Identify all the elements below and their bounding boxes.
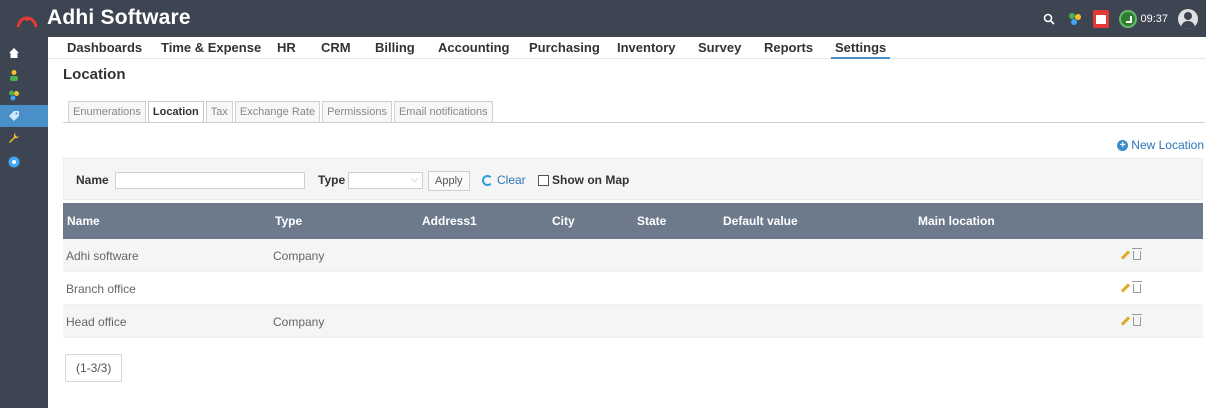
name-filter-input[interactable]	[115, 172, 305, 189]
apply-button[interactable]: Apply	[428, 171, 470, 191]
table-row[interactable]: Adhi software Company	[63, 239, 1203, 272]
table-row[interactable]: Head office Company	[63, 305, 1203, 338]
nav-dashboards[interactable]: Dashboards	[67, 40, 142, 55]
tab-location[interactable]: Location	[147, 101, 204, 123]
row-actions	[1121, 248, 1142, 260]
col-state[interactable]: State	[637, 214, 666, 228]
clock-text: 09:37	[1140, 13, 1168, 25]
col-name[interactable]: Name	[67, 214, 100, 228]
plus-circle-icon: +	[1117, 139, 1129, 151]
nav-billing[interactable]: Billing	[375, 40, 415, 55]
top-bar: Adhi Software 09:37	[0, 0, 1206, 37]
nav-accounting[interactable]: Accounting	[438, 40, 510, 55]
col-city[interactable]: City	[552, 214, 575, 228]
nav-purchasing[interactable]: Purchasing	[529, 40, 600, 55]
delete-trash-icon[interactable]	[1132, 281, 1142, 293]
tab-enumerations[interactable]: Enumerations	[68, 101, 146, 123]
nav-time-expense[interactable]: Time & Expense	[161, 40, 261, 55]
users-icon	[10, 70, 18, 81]
settings-tabs: Enumerations Location Tax Exchange Rate …	[68, 101, 493, 123]
rail-item-apps[interactable]	[0, 84, 48, 106]
wrench-icon	[9, 133, 19, 143]
time-tracker[interactable]: 09:37	[1119, 10, 1168, 28]
top-toolbar: 09:37	[1041, 9, 1198, 29]
cell-type: Company	[273, 249, 325, 263]
cell-name[interactable]: Adhi software	[66, 249, 139, 263]
clear-label: Clear	[497, 173, 526, 187]
type-filter-select[interactable]: ⌵	[348, 172, 423, 189]
calendar-icon[interactable]	[1093, 10, 1110, 28]
left-rail	[0, 37, 48, 408]
apps-icon[interactable]	[1067, 11, 1083, 27]
filter-bar: Name Type ⌵ Apply Clear Show on Map	[63, 158, 1203, 200]
rail-item-settings[interactable]	[0, 105, 48, 127]
app-title[interactable]: Adhi Software	[47, 6, 191, 30]
tab-tax[interactable]: Tax	[205, 101, 233, 123]
delete-trash-icon[interactable]	[1132, 314, 1142, 326]
new-location-button[interactable]: + New Location	[1117, 138, 1204, 152]
edit-pencil-icon[interactable]	[1121, 283, 1130, 292]
help-icon	[8, 156, 20, 168]
pagination-info[interactable]: (1-3/3)	[65, 354, 123, 382]
tags-icon	[9, 111, 19, 121]
show-on-map-label: Show on Map	[552, 173, 630, 187]
name-filter-label: Name	[76, 173, 109, 187]
nav-reports[interactable]: Reports	[764, 40, 813, 55]
search-icon[interactable]	[1041, 11, 1057, 27]
refresh-icon	[482, 174, 493, 186]
apps-icon	[9, 90, 19, 101]
show-on-map-checkbox[interactable]	[538, 174, 549, 186]
chevron-down-icon: ⌵	[411, 174, 418, 184]
tab-divider	[63, 122, 1205, 123]
nav-survey[interactable]: Survey	[698, 40, 741, 55]
edit-pencil-icon[interactable]	[1121, 316, 1130, 325]
tab-email-notifications[interactable]: Email notifications	[393, 101, 493, 123]
table-row[interactable]: Branch office	[63, 272, 1203, 305]
tab-exchange-rate[interactable]: Exchange Rate	[234, 101, 321, 123]
rail-item-help[interactable]	[0, 151, 48, 173]
edit-pencil-icon[interactable]	[1121, 250, 1130, 259]
rail-item-home[interactable]	[0, 42, 48, 64]
col-address1[interactable]: Address1	[422, 214, 477, 228]
rail-item-users[interactable]	[0, 64, 48, 86]
type-filter-label: Type	[318, 173, 346, 187]
col-main-location[interactable]: Main location	[918, 214, 995, 228]
clock-icon	[1119, 10, 1138, 28]
main-nav: Dashboards Time & Expense HR CRM Billing…	[48, 37, 1206, 59]
nav-hr[interactable]: HR	[277, 40, 296, 55]
cell-type: Company	[273, 315, 325, 329]
locations-table: Name Type Address1 City State Default va…	[63, 203, 1203, 338]
row-actions	[1121, 314, 1142, 326]
new-location-label: New Location	[1131, 138, 1204, 152]
cell-name[interactable]: Head office	[66, 315, 127, 329]
page-title: Location	[63, 66, 126, 83]
show-on-map-toggle[interactable]: Show on Map	[538, 173, 629, 187]
row-actions	[1121, 281, 1142, 293]
delete-trash-icon[interactable]	[1132, 248, 1142, 260]
tab-permissions[interactable]: Permissions	[322, 101, 392, 123]
clear-button[interactable]: Clear	[482, 173, 526, 187]
col-default-value[interactable]: Default value	[723, 214, 798, 228]
table-header: Name Type Address1 City State Default va…	[63, 203, 1203, 239]
nav-crm[interactable]: CRM	[321, 40, 351, 55]
user-avatar-icon[interactable]	[1178, 9, 1198, 29]
rail-item-tools[interactable]	[0, 127, 48, 149]
home-icon	[9, 48, 19, 58]
cell-name[interactable]: Branch office	[66, 282, 136, 296]
nav-settings[interactable]: Settings	[830, 40, 891, 59]
logo-icon	[16, 16, 38, 28]
col-type[interactable]: Type	[275, 214, 302, 228]
nav-inventory[interactable]: Inventory	[617, 40, 676, 55]
